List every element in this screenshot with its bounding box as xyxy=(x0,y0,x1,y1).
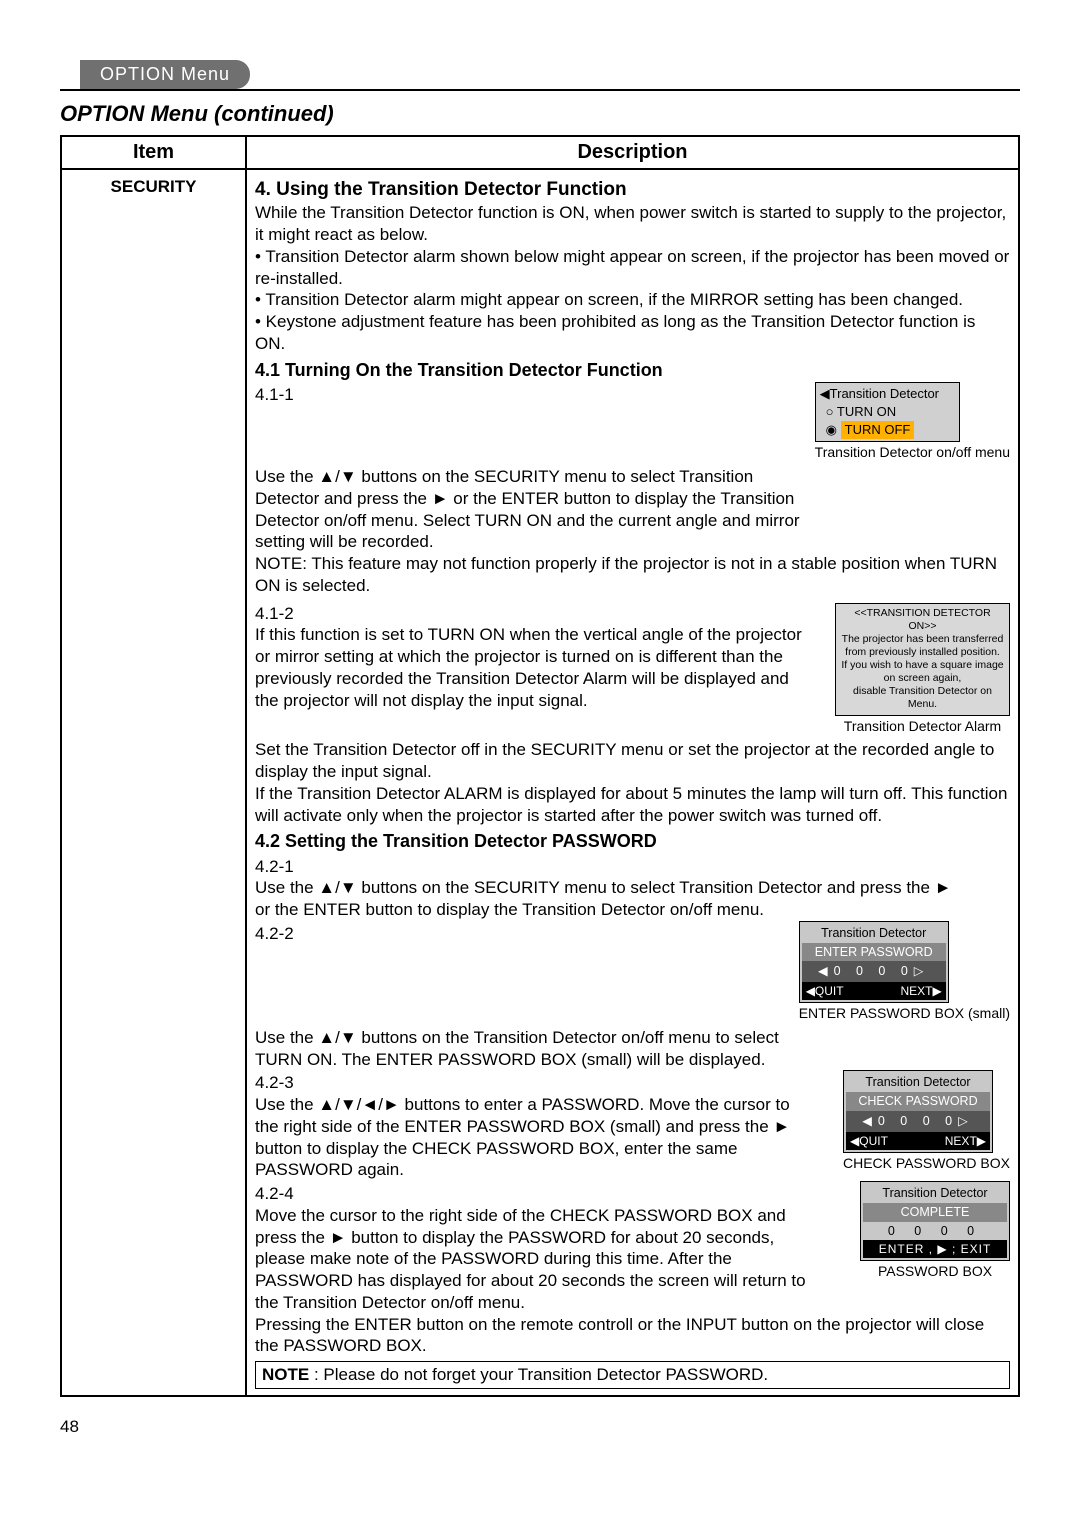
item-security: SECURITY xyxy=(61,169,246,1396)
step-411-text: Use the ▲/▼ buttons on the SECURITY menu… xyxy=(255,466,810,553)
section-4-b1: • Transition Detector alarm shown below … xyxy=(255,246,1010,290)
next-label: NEXT▶ xyxy=(900,982,941,1000)
alarm-l2: If you wish to have a square image on sc… xyxy=(839,659,1006,685)
note-text: : Please do not forget your Transition D… xyxy=(309,1365,768,1384)
password-box: Transition Detector COMPLETE 0 0 0 0 ENT… xyxy=(860,1181,1010,1261)
section-4-b2: • Transition Detector alarm might appear… xyxy=(255,289,1010,311)
col-desc: Description xyxy=(246,136,1019,169)
note-label: NOTE xyxy=(262,1365,309,1384)
onoff-menu-title: ◀Transition Detector xyxy=(820,385,955,403)
onoff-menu-box: ◀Transition Detector ○ TURN ON ◉ TURN OF… xyxy=(815,382,960,443)
step-412-after: Set the Transition Detector off in the S… xyxy=(255,739,1010,783)
step-422-num: 4.2-2 xyxy=(255,923,301,945)
alarm-l1: The projector has been transferred from … xyxy=(839,633,1006,659)
quit-label-2: ◀QUIT xyxy=(850,1132,888,1150)
menu-tab: OPTION Menu xyxy=(80,60,250,89)
section-4-intro: While the Transition Detector function i… xyxy=(255,202,1010,246)
step-424-text: Move the cursor to the right side of the… xyxy=(255,1205,810,1314)
onoff-menu-figure: ◀Transition Detector ○ TURN ON ◉ TURN OF… xyxy=(815,382,1010,462)
alarm-caption: Transition Detector Alarm xyxy=(835,718,1010,736)
enter-password-sub: ENTER PASSWORD xyxy=(802,943,946,962)
alarm-figure: <<TRANSITION DETECTOR ON>> The projector… xyxy=(835,603,1010,736)
turn-on-option: ○ TURN ON xyxy=(820,403,955,421)
section-4-heading: 4. Using the Transition Detector Functio… xyxy=(255,178,1010,202)
password-box-figure: Transition Detector COMPLETE 0 0 0 0 ENT… xyxy=(860,1181,1010,1281)
step-412-num: 4.1-2 xyxy=(255,603,301,625)
check-password-title: Transition Detector xyxy=(846,1073,990,1092)
content-table: Item Description SECURITY 4. Using the T… xyxy=(60,135,1020,1397)
enter-password-box: Transition Detector ENTER PASSWORD ◀0 0 … xyxy=(799,921,949,1003)
section-41-heading: 4.1 Turning On the Transition Detector F… xyxy=(255,359,1010,382)
alarm-box: <<TRANSITION DETECTOR ON>> The projector… xyxy=(835,603,1010,716)
step-411-note: NOTE: This feature may not function prop… xyxy=(255,553,1010,597)
step-421-text: Use the ▲/▼ buttons on the SECURITY menu… xyxy=(255,877,960,921)
header-rule xyxy=(60,89,1020,91)
quit-label: ◀QUIT xyxy=(806,982,844,1000)
digits-value-2: 0 0 0 0 xyxy=(878,1114,958,1128)
password-box-digits: 0 0 0 0 xyxy=(863,1222,1007,1241)
check-password-box: Transition Detector CHECK PASSWORD ◀0 0 … xyxy=(843,1070,993,1152)
turn-off-option: ◉ TURN OFF xyxy=(820,421,955,439)
turn-on-label: TURN ON xyxy=(837,404,896,419)
step-421-num: 4.2-1 xyxy=(255,856,301,878)
step-424-num: 4.2-4 xyxy=(255,1183,301,1205)
col-item: Item xyxy=(61,136,246,169)
section-42-heading: 4.2 Setting the Transition Detector PASS… xyxy=(255,830,1010,853)
password-box-enterexit: ENTER , ▶ ; EXIT xyxy=(863,1240,1007,1258)
check-password-digits: ◀0 0 0 0▷ xyxy=(846,1111,990,1132)
alarm-l3: disable Transition Detector on Menu. xyxy=(839,685,1006,711)
description-cell: 4. Using the Transition Detector Functio… xyxy=(246,169,1019,1396)
step-423-text: Use the ▲/▼/◄/► buttons to enter a PASSW… xyxy=(255,1094,810,1181)
password-box-complete: COMPLETE xyxy=(863,1203,1007,1222)
step-411-num: 4.1-1 xyxy=(255,384,301,406)
enter-password-caption: ENTER PASSWORD BOX (small) xyxy=(799,1005,1010,1023)
enter-password-digits: ◀0 0 0 0▷ xyxy=(802,961,946,982)
step-422-text: Use the ▲/▼ buttons on the Transition De… xyxy=(255,1027,810,1071)
enter-password-title: Transition Detector xyxy=(802,924,946,943)
check-password-sub: CHECK PASSWORD xyxy=(846,1092,990,1111)
page-title: OPTION Menu (continued) xyxy=(60,101,1020,127)
next-label-2: NEXT▶ xyxy=(945,1132,986,1150)
section-4-b3: • Keystone adjustment feature has been p… xyxy=(255,311,1010,355)
step-412-text: If this function is set to TURN ON when … xyxy=(255,624,810,711)
digits-value: 0 0 0 0 xyxy=(834,964,914,978)
page-number: 48 xyxy=(60,1417,1020,1437)
check-password-figure: Transition Detector CHECK PASSWORD ◀0 0 … xyxy=(843,1070,1010,1172)
password-box-caption: PASSWORD BOX xyxy=(860,1263,1010,1281)
step-424-after: Pressing the ENTER button on the remote … xyxy=(255,1314,1010,1358)
onoff-menu-caption: Transition Detector on/off menu xyxy=(815,444,1010,462)
step-412-after2: If the Transition Detector ALARM is disp… xyxy=(255,783,1010,827)
turn-off-label: TURN OFF xyxy=(841,421,915,439)
password-box-title: Transition Detector xyxy=(863,1184,1007,1203)
check-password-caption: CHECK PASSWORD BOX xyxy=(843,1155,1010,1173)
alarm-title: <<TRANSITION DETECTOR ON>> xyxy=(839,607,1006,633)
note-box: NOTE : Please do not forget your Transit… xyxy=(255,1361,1010,1389)
step-423-num: 4.2-3 xyxy=(255,1072,301,1094)
enter-password-figure: Transition Detector ENTER PASSWORD ◀0 0 … xyxy=(799,921,1010,1023)
